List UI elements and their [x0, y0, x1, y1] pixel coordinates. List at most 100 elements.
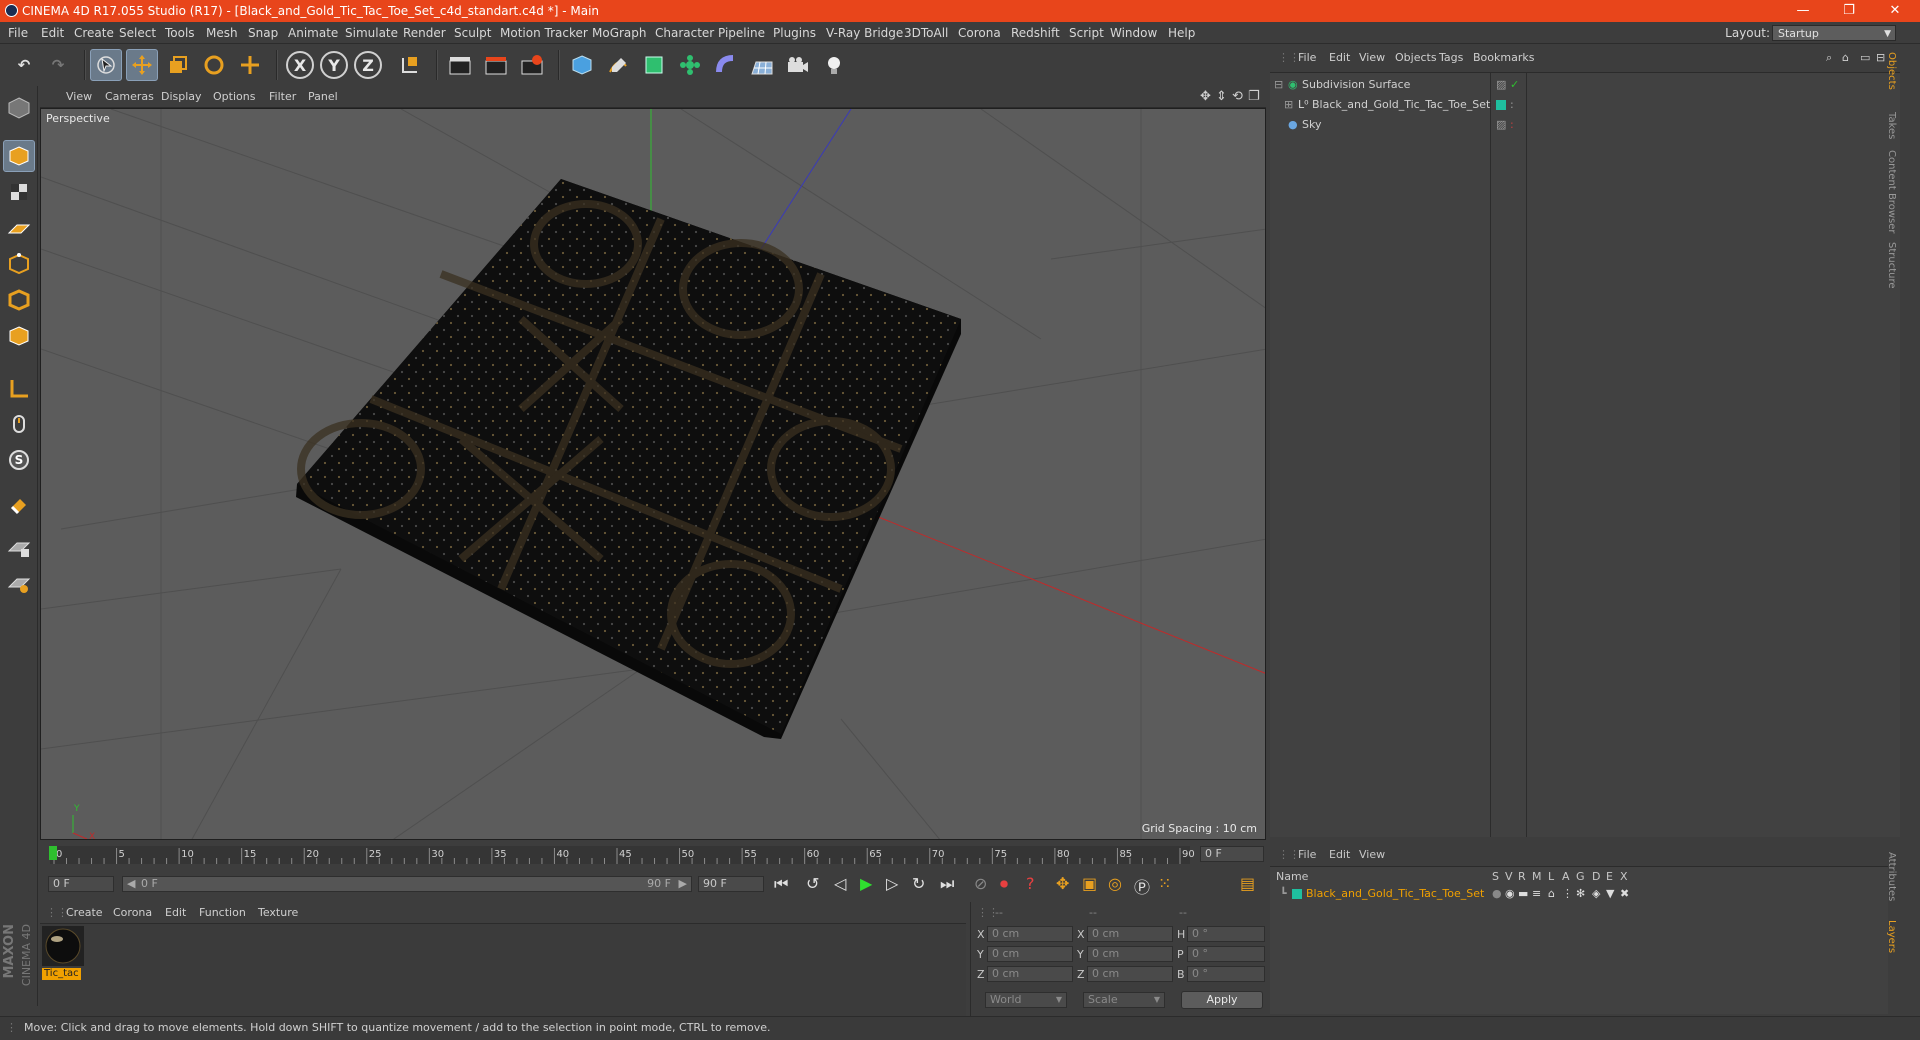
material-menu-edit[interactable]: Edit — [165, 902, 186, 924]
coordinate-space-dropdown[interactable]: World ▼ — [985, 992, 1067, 1008]
layer-row[interactable]: ┗ Black_and_Gold_Tic_Tac_Toe_Set ● ◉ ▬ ≡… — [1270, 885, 1888, 903]
timeline-ruler[interactable]: 0 5 10 15 20 25 30 35 40 45 50 55 60 65 70 75 80 85 90 0 F — [40, 842, 1266, 872]
layer-generators-icon[interactable]: ✻ — [1576, 887, 1585, 900]
layer-slash-icon[interactable]: ▨ — [1496, 115, 1506, 135]
object-menu-view[interactable]: View — [1359, 48, 1385, 68]
viewport-menu-cameras[interactable]: Cameras — [105, 86, 154, 108]
object-row-sky[interactable]: ● Sky ▨ : — [1270, 115, 1900, 135]
collapse-icon[interactable]: ▭ — [1860, 48, 1870, 68]
position-z-field[interactable]: 0 cm — [987, 966, 1073, 982]
move-tool-button[interactable] — [126, 49, 158, 81]
object-row-subdivision[interactable]: ⊟ ◉ Subdivision Surface ▨ ✓ — [1270, 75, 1900, 95]
workplane-mode-button[interactable] — [3, 212, 35, 244]
menu-simulate[interactable]: Simulate — [345, 22, 398, 44]
points-mode-button[interactable] — [3, 248, 35, 280]
panel-menu-icon[interactable]: ⊟ — [1876, 48, 1885, 68]
layer-expressions-icon[interactable]: ▼ — [1606, 887, 1614, 900]
y-axis-lock-button[interactable]: Y — [320, 51, 348, 79]
redo-button[interactable]: ↷ — [42, 49, 74, 81]
polygons-mode-button[interactable] — [3, 320, 35, 352]
menu-mesh[interactable]: Mesh — [206, 22, 238, 44]
menu-tools[interactable]: Tools — [165, 22, 195, 44]
visibility-dots-icon[interactable]: : — [1510, 115, 1514, 135]
keyframe-help-icon[interactable]: ? — [1026, 874, 1035, 893]
side-tab-structure[interactable]: Structure — [1886, 242, 1897, 289]
tweak-mode-button[interactable] — [3, 408, 35, 440]
apply-button[interactable]: Apply — [1181, 991, 1263, 1009]
menu-snap[interactable]: Snap — [248, 22, 278, 44]
size-z-field[interactable]: 0 cm — [1087, 966, 1173, 982]
model-mode-button[interactable] — [3, 140, 35, 172]
viewport-menu-options[interactable]: Options — [213, 86, 255, 108]
object-menu-file[interactable]: File — [1298, 48, 1316, 68]
frame-range-slider[interactable]: ◀ 0 F 90 F ▶ — [122, 876, 692, 892]
snap-toggle-button[interactable] — [3, 490, 35, 522]
layer-name[interactable]: Black_and_Gold_Tic_Tac_Toe_Set — [1306, 887, 1484, 900]
end-frame-field[interactable]: 90 F — [698, 876, 764, 892]
add-generator-button[interactable] — [638, 49, 670, 81]
current-frame-field[interactable]: 0 F — [1200, 846, 1264, 862]
size-mode-dropdown[interactable]: Scale ▼ — [1083, 992, 1165, 1008]
step-back-icon[interactable]: ◁ — [834, 874, 846, 893]
menu-sculpt[interactable]: Sculpt — [454, 22, 491, 44]
layer-color-swatch[interactable] — [1292, 889, 1302, 899]
menu-animate[interactable]: Animate — [288, 22, 338, 44]
loop-forward-icon[interactable]: ↻ — [912, 874, 925, 893]
layer-slash-icon[interactable]: ▨ — [1496, 75, 1506, 95]
menu-mograph[interactable]: MoGraph — [592, 22, 647, 44]
key-parameter-icon[interactable]: Ⓟ — [1134, 874, 1150, 898]
menu-window[interactable]: Window — [1110, 22, 1157, 44]
viewport-menu-display[interactable]: Display — [161, 86, 202, 108]
add-cube-button[interactable] — [566, 49, 598, 81]
add-camera-button[interactable] — [782, 49, 814, 81]
menu-file[interactable]: File — [8, 22, 28, 44]
expand-toggle-icon[interactable]: ⊞ — [1284, 95, 1293, 115]
key-position-icon[interactable]: ✥ — [1056, 874, 1069, 893]
layer-menu-view[interactable]: View — [1359, 848, 1385, 861]
viewport-zoom-icon[interactable]: ⇕ — [1216, 86, 1227, 108]
menu-select[interactable]: Select — [119, 22, 156, 44]
menu-edit[interactable]: Edit — [41, 22, 64, 44]
menu-help[interactable]: Help — [1168, 22, 1195, 44]
side-tab-layers[interactable]: Layers — [1886, 920, 1897, 953]
menu-3dtoall[interactable]: 3DToAll — [904, 22, 948, 44]
coordinate-system-button[interactable] — [394, 49, 426, 81]
go-to-end-icon[interactable]: ⏭ — [940, 874, 954, 894]
viewport-menu-filter[interactable]: Filter — [269, 86, 296, 108]
step-forward-icon[interactable]: ▷ — [886, 874, 898, 893]
enabled-check-icon[interactable]: ✓ — [1510, 75, 1519, 95]
layer-menu-file[interactable]: File — [1298, 848, 1316, 861]
side-tab-takes[interactable]: Takes — [1886, 112, 1897, 139]
record-keys-icon[interactable]: ⊘ — [974, 874, 987, 893]
transform-tool-button[interactable] — [234, 49, 266, 81]
key-pla-icon[interactable]: ⁙ — [1158, 874, 1171, 893]
key-scale-icon[interactable]: ▣ — [1082, 874, 1097, 893]
object-menu-bookmarks[interactable]: Bookmarks — [1473, 48, 1534, 68]
search-icon[interactable]: ⌕ — [1826, 48, 1832, 68]
undo-button[interactable]: ↶ — [8, 49, 40, 81]
timeline-window-icon[interactable]: ▤ — [1240, 874, 1255, 893]
add-deformer-button[interactable] — [710, 49, 742, 81]
add-floor-button[interactable] — [746, 49, 778, 81]
rotation-p-field[interactable]: 0 ° — [1187, 946, 1265, 962]
layer-deformers-icon[interactable]: ◈ — [1592, 887, 1600, 900]
object-menu-objects[interactable]: Objects — [1395, 48, 1437, 68]
layer-render-icon[interactable]: ▬ — [1518, 887, 1528, 900]
3d-viewport[interactable]: Y X Perspective Grid Spacing : 10 cm — [40, 108, 1266, 840]
viewport-rotate-icon[interactable]: ⟲ — [1232, 86, 1243, 108]
menu-corona[interactable]: Corona — [958, 22, 1001, 44]
viewport-maximize-icon[interactable]: ❐ — [1248, 86, 1260, 108]
size-y-field[interactable]: 0 cm — [1087, 946, 1173, 962]
menu-redshift[interactable]: Redshift — [1011, 22, 1060, 44]
menu-pipeline[interactable]: Pipeline — [718, 22, 765, 44]
start-frame-field[interactable]: 0 F — [48, 876, 114, 892]
viewport-move-icon[interactable]: ✥ — [1200, 86, 1211, 108]
workplane-snap-button[interactable] — [3, 568, 35, 600]
loop-icon[interactable]: ↺ — [806, 874, 819, 893]
visibility-dots-icon[interactable]: : — [1510, 95, 1514, 115]
render-settings-button[interactable] — [516, 49, 548, 81]
scale-tool-button[interactable] — [162, 49, 194, 81]
material-menu-create[interactable]: Create — [66, 902, 103, 924]
rotate-tool-button[interactable] — [198, 49, 230, 81]
viewport-menu-panel[interactable]: Panel — [308, 86, 338, 108]
